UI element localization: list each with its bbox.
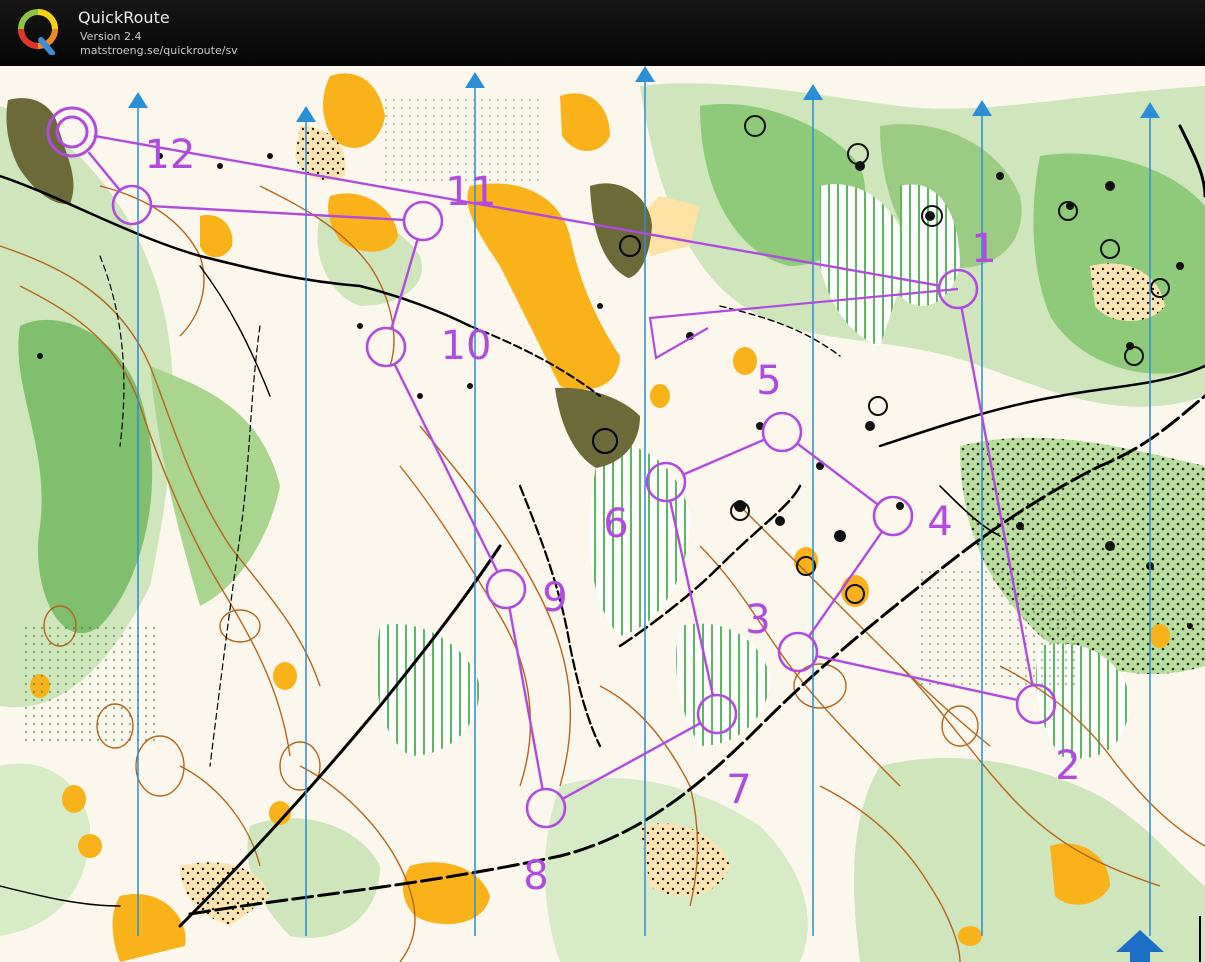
orienteering-map[interactable]: 1 2 3 4 5 6 7 8 9 10 11 12 xyxy=(0,66,1205,962)
app-url[interactable]: matstroeng.se/quickroute/sv xyxy=(80,44,238,57)
control-number-2: 2 xyxy=(1055,743,1080,789)
control-number-10: 10 xyxy=(441,323,492,369)
control-number-3: 3 xyxy=(745,597,770,643)
control-number-4: 4 xyxy=(927,499,952,545)
title-bar: QuickRoute Version 2.4 matstroeng.se/qui… xyxy=(0,0,1205,67)
control-number-6: 6 xyxy=(603,501,628,547)
control-number-8: 8 xyxy=(523,853,548,899)
app-version: Version 2.4 xyxy=(80,30,142,43)
app-title: QuickRoute xyxy=(78,8,170,27)
control-number-5: 5 xyxy=(756,358,781,404)
map-canvas[interactable]: 123456789101112 xyxy=(0,66,1205,962)
green-dot-field-left xyxy=(20,626,160,746)
green-dot-field-right xyxy=(920,566,1080,686)
control-number-7: 7 xyxy=(726,767,751,813)
control-number-9: 9 xyxy=(542,575,567,621)
quickroute-logo-icon xyxy=(18,9,58,55)
control-number-11: 11 xyxy=(446,169,497,215)
control-number-1: 1 xyxy=(971,226,996,272)
control-number-12: 12 xyxy=(145,132,196,178)
